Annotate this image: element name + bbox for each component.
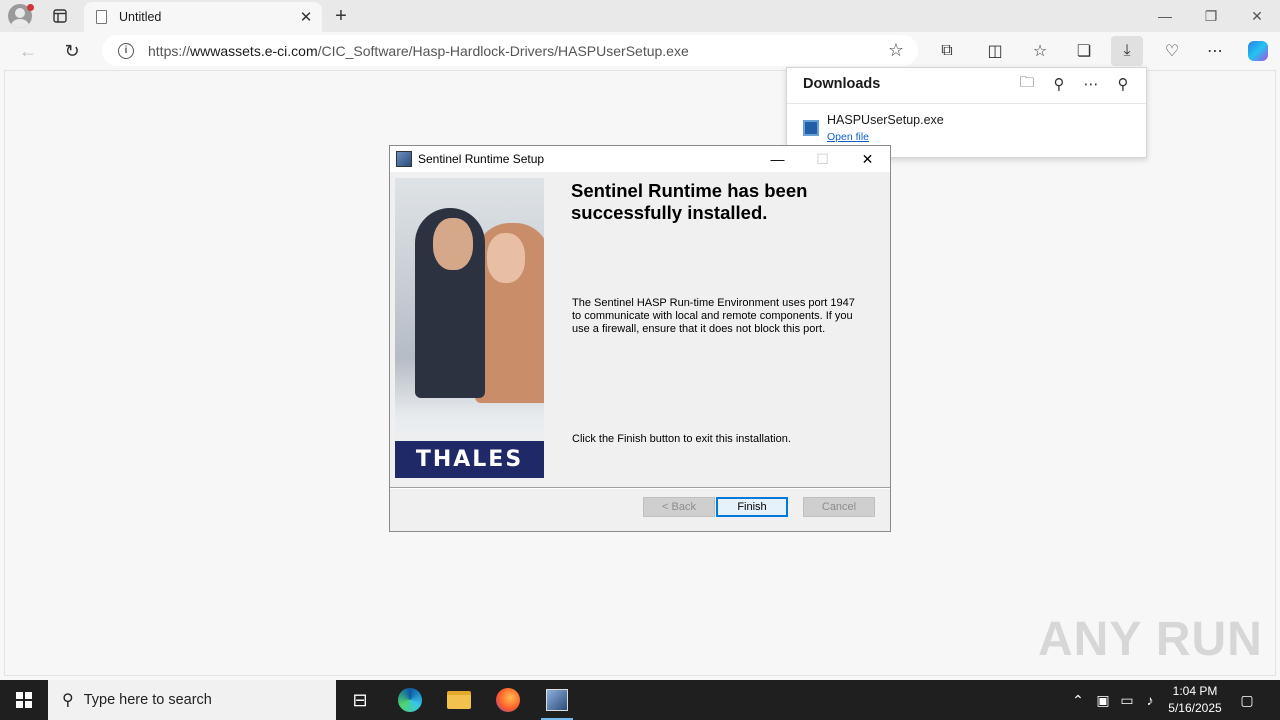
address-bar[interactable]: i https://wwwassets.e-ci.com/CIC_Softwar… [102, 35, 918, 66]
volume-icon[interactable]: ♪ [1140, 680, 1160, 720]
tab-actions-icon[interactable] [44, 0, 76, 32]
firefox-icon[interactable] [484, 680, 532, 720]
file-explorer-icon[interactable] [435, 680, 483, 720]
tab-untitled[interactable]: Untitled ✕ [84, 2, 322, 32]
taskbar-search[interactable]: ⚲ Type here to search [48, 680, 336, 720]
clock-time: 1:04 PM [1172, 684, 1218, 698]
split-screen-icon[interactable]: ◫ [979, 36, 1011, 66]
downloads-title: Downloads [803, 76, 881, 92]
thales-logo: THALES [395, 441, 544, 478]
favorites-icon[interactable]: ☆ [1024, 36, 1056, 66]
taskbar: ⚲ Type here to search ⊟ ⌃ ▣ ▭ ♪ 1:04 PM … [0, 680, 1280, 720]
minimize-window-button[interactable]: — [1142, 0, 1188, 32]
setup-app-icon [396, 151, 412, 167]
setup-taskbar-icon[interactable] [533, 680, 581, 720]
finish-button[interactable]: Finish [716, 497, 788, 517]
setup-banner-image [395, 178, 544, 478]
close-tab-icon[interactable]: ✕ [296, 8, 316, 26]
dialog-body-text: The Sentinel HASP Run-time Environment u… [572, 297, 855, 335]
cancel-button: Cancel [803, 497, 875, 517]
search-icon: ⚲ [62, 692, 74, 709]
show-hidden-icons[interactable]: ⌃ [1068, 680, 1088, 720]
collections-icon[interactable]: ❏ [1068, 36, 1100, 66]
download-file-name[interactable]: HASPUserSetup.exe [827, 113, 944, 127]
dialog-title: Sentinel Runtime Setup [418, 152, 545, 166]
profile-badge [27, 4, 34, 11]
clock[interactable]: 1:04 PM 5/16/2025 [1160, 683, 1230, 717]
downloads-icon[interactable]: ⤓ [1111, 36, 1143, 66]
search-placeholder: Type here to search [83, 692, 212, 708]
tab-title: Untitled [119, 10, 162, 24]
pin-icon[interactable]: ⚲ [1112, 74, 1134, 94]
start-button[interactable] [0, 680, 48, 720]
clock-date: 5/16/2025 [1168, 701, 1222, 715]
copilot-icon[interactable] [1242, 36, 1274, 66]
back-button-dialog: < Back [643, 497, 715, 517]
edge-taskbar-icon[interactable] [386, 680, 434, 720]
extensions-icon[interactable]: ⧉ [931, 36, 963, 66]
toolbar: ← ↻ i https://wwwassets.e-ci.com/CIC_Sof… [0, 32, 1280, 70]
url-text: https://wwwassets.e-ci.com/CIC_Software/… [148, 42, 689, 59]
favorite-star-icon[interactable]: ☆ [888, 40, 904, 61]
anyrun-watermark: ANY RUN [1038, 613, 1263, 666]
network-icon[interactable]: ▭ [1117, 680, 1137, 720]
installer-file-icon [803, 120, 819, 136]
more-downloads-icon[interactable]: ⋯ [1080, 74, 1102, 94]
search-downloads-icon[interactable]: ⚲ [1048, 74, 1070, 94]
task-view-icon[interactable]: ⊟ [336, 680, 384, 720]
tab-bar: Untitled ✕ + — ❐ ✕ [0, 0, 1280, 32]
open-folder-icon[interactable]: 🗀 [1016, 74, 1038, 94]
page-icon [96, 10, 107, 24]
back-button[interactable]: ← [12, 36, 44, 66]
finish-instruction-text: Click the Finish button to exit this ins… [572, 433, 791, 445]
open-file-link[interactable]: Open file [827, 131, 869, 143]
dialog-minimize-button[interactable]: — [755, 151, 800, 167]
close-window-button[interactable]: ✕ [1234, 0, 1280, 32]
dialog-maximize-button: ☐ [816, 150, 829, 167]
refresh-button[interactable]: ↻ [56, 36, 88, 66]
site-info-icon[interactable]: i [118, 42, 134, 59]
notifications-icon[interactable]: ▢ [1236, 680, 1258, 720]
dialog-title-bar[interactable]: Sentinel Runtime Setup — ☐ ✕ [390, 146, 890, 172]
restore-window-button[interactable]: ❐ [1188, 0, 1234, 32]
more-options-icon[interactable]: ⋯ [1199, 36, 1231, 66]
windows-logo-icon [16, 692, 32, 708]
device-icon[interactable]: ▣ [1093, 680, 1113, 720]
setup-dialog: Sentinel Runtime Setup — ☐ ✕ THALES Sent… [389, 145, 891, 532]
divider [787, 103, 1146, 104]
dialog-heading: Sentinel Runtime has been successfully i… [571, 180, 808, 223]
browser-essentials-icon[interactable]: ♡ [1156, 36, 1188, 66]
dialog-separator [390, 487, 890, 489]
dialog-close-button[interactable]: ✕ [845, 151, 890, 168]
new-tab-button[interactable]: + [328, 0, 354, 32]
